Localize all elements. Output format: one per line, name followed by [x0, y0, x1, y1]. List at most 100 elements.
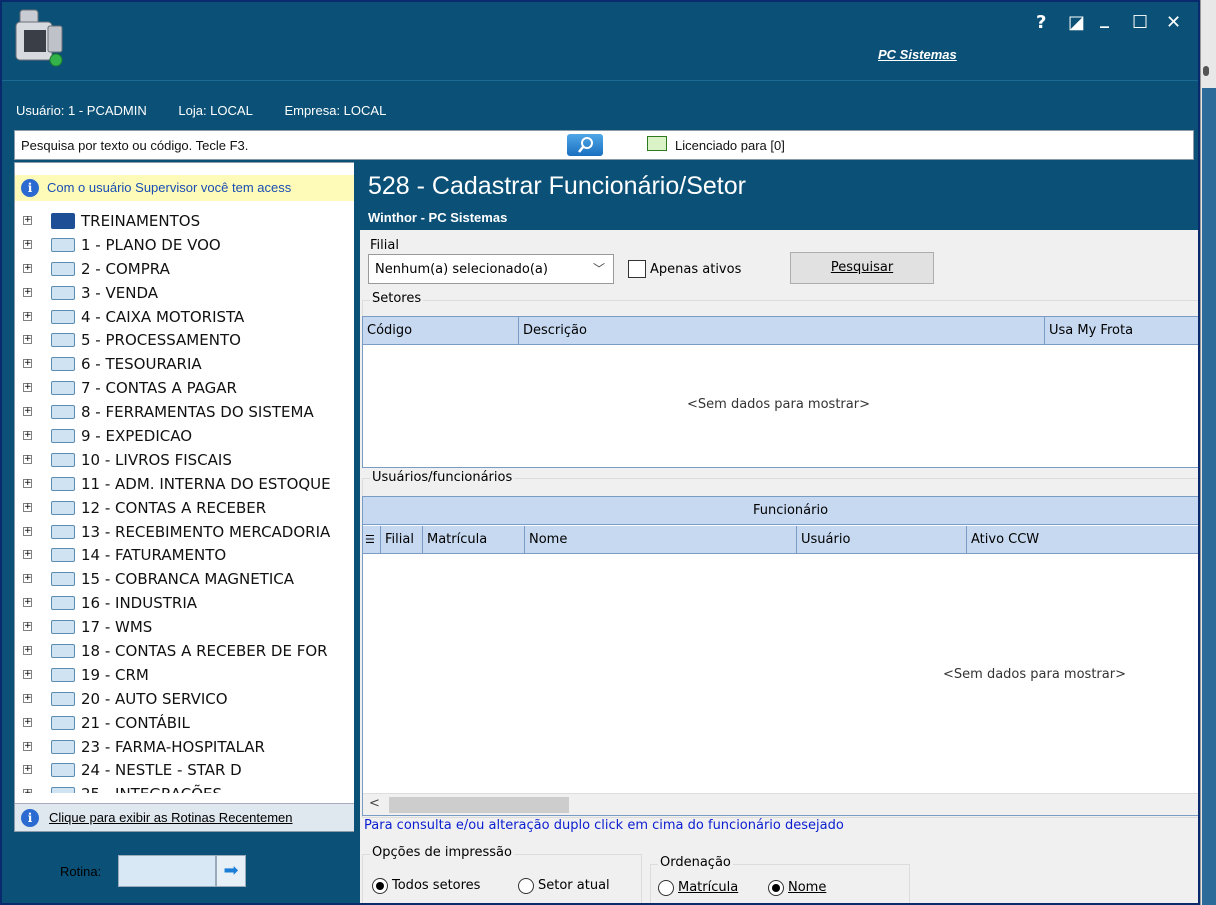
expand-plus-icon[interactable]: + — [23, 598, 32, 608]
supervisor-info-banner: i Com o usuário Supervisor você tem aces… — [15, 175, 355, 201]
tree-node[interactable]: +13 - RECEBIMENTO MERCADORIA — [21, 520, 355, 544]
scroll-thumb[interactable] — [389, 797, 569, 813]
expand-plus-icon[interactable]: + — [23, 574, 32, 584]
col-filial[interactable]: Filial — [381, 526, 423, 554]
tree-node[interactable]: + TREINAMENTOS — [21, 209, 355, 233]
expand-plus-icon[interactable]: + — [23, 646, 32, 656]
ordenacao-label: Ordenação — [658, 855, 733, 870]
close-button[interactable]: ✕ — [1166, 12, 1181, 33]
tree-node[interactable]: +9 - EXPEDICAO — [21, 424, 355, 448]
tree-node-label: 14 - FATURAMENTO — [81, 546, 227, 565]
expand-plus-icon[interactable]: + — [23, 717, 32, 727]
search-input[interactable]: Pesquisa por texto ou código. Tecle F3. — [21, 138, 248, 153]
matricula-radio[interactable] — [658, 880, 674, 896]
horizontal-scrollbar[interactable]: < — [363, 793, 1198, 815]
tree-node-label: TREINAMENTOS — [81, 212, 201, 230]
expand-plus-icon[interactable]: + — [23, 431, 32, 441]
expand-plus-icon[interactable]: + — [23, 693, 32, 703]
folder-icon — [51, 667, 75, 682]
info-icon: i — [21, 179, 39, 197]
expand-plus-icon[interactable]: + — [23, 335, 32, 345]
tree-node[interactable]: +2 - COMPRA — [21, 257, 355, 281]
expand-plus-icon[interactable]: + — [23, 311, 32, 321]
recent-routines-link[interactable]: Clique para exibir as Rotinas Recentemen — [49, 810, 293, 825]
col-nome[interactable]: Nome — [525, 526, 797, 554]
expand-plus-icon[interactable]: + — [23, 478, 32, 488]
go-arrow-icon[interactable]: ➡ — [216, 855, 246, 887]
expand-plus-icon[interactable]: + — [23, 526, 32, 536]
rotina-input[interactable] — [118, 855, 216, 887]
expand-plus-icon[interactable]: + — [23, 550, 32, 560]
minimize-button[interactable]: _ — [1100, 8, 1109, 29]
expand-plus-icon[interactable]: + — [23, 216, 32, 225]
tree-node[interactable]: +17 - WMS — [21, 615, 355, 639]
expand-plus-icon[interactable]: + — [23, 407, 32, 417]
expand-plus-icon[interactable]: + — [23, 263, 32, 273]
routines-tree: + TREINAMENTOS +1 - PLANO DE VOO +2 - COMPR… — [21, 209, 355, 793]
folder-icon — [51, 500, 75, 515]
tree-node[interactable]: +6 - TESOURARIA — [21, 352, 355, 376]
tree-node[interactable]: +19 - CRM — [21, 663, 355, 687]
folder-icon — [51, 261, 75, 276]
tree-node[interactable]: +7 - CONTAS A PAGAR — [21, 376, 355, 400]
expand-plus-icon[interactable]: + — [23, 622, 32, 632]
tree-node[interactable]: +12 - CONTAS A RECEBER — [21, 496, 355, 520]
expand-plus-icon[interactable]: + — [23, 502, 32, 512]
folder-icon — [51, 237, 75, 252]
col-descricao[interactable]: Descrição — [519, 317, 1045, 345]
usuarios-grid: Funcionário ☰ Filial Matrícula Nome Usuá… — [362, 496, 1198, 816]
chevron-down-icon: ﹀ — [592, 262, 605, 276]
setor-atual-radio[interactable] — [518, 878, 534, 894]
tree-node[interactable]: +14 - FATURAMENTO — [21, 543, 355, 567]
filial-select[interactable]: Nenhum(a) selecionado(a) ﹀ — [368, 254, 614, 284]
tree-node[interactable]: +11 - ADM. INTERNA DO ESTOQUE — [21, 472, 355, 496]
expand-plus-icon[interactable]: + — [23, 669, 32, 679]
tree-node[interactable]: +16 - INDUSTRIA — [21, 591, 355, 615]
tree-node[interactable]: +25 - INTEGRAÇÕES — [21, 782, 355, 793]
nome-radio[interactable] — [768, 880, 784, 896]
tree-node[interactable]: +3 - VENDA — [21, 281, 355, 305]
column-chooser-icon[interactable]: ☰ — [363, 526, 381, 554]
expand-plus-icon[interactable]: + — [23, 454, 32, 464]
col-matricula[interactable]: Matrícula — [423, 526, 525, 554]
expand-plus-icon[interactable]: + — [23, 383, 32, 393]
tree-node-label: 12 - CONTAS A RECEBER — [81, 498, 267, 517]
tree-node[interactable]: +4 - CAIXA MOTORISTA — [21, 305, 355, 329]
folder-icon — [51, 715, 75, 730]
tree-node[interactable]: +1 - PLANO DE VOO — [21, 233, 355, 257]
expand-plus-icon[interactable]: + — [23, 789, 32, 793]
edge-bar — [1202, 88, 1216, 905]
expand-plus-icon[interactable]: + — [23, 359, 32, 369]
usuarios-empty-text: <Sem dados para mostrar> — [943, 667, 1126, 682]
help-button[interactable]: ? — [1036, 12, 1046, 33]
tree-node[interactable]: +5 - PROCESSAMENTO — [21, 328, 355, 352]
tree-node[interactable]: +8 - FERRAMENTAS DO SISTEMA — [21, 400, 355, 424]
tree-node[interactable]: +10 - LIVROS FISCAIS — [21, 448, 355, 472]
col-ativo-ccw[interactable]: Ativo CCW — [967, 526, 1198, 554]
tree-node[interactable]: +24 - NESTLE - STAR D — [21, 758, 355, 782]
expand-plus-icon[interactable]: + — [23, 765, 32, 775]
tree-node-label: 9 - EXPEDICAO — [81, 427, 193, 446]
tree-node-label: 20 - AUTO SERVICO — [81, 689, 228, 708]
tree-node[interactable]: +21 - CONTÁBIL — [21, 711, 355, 735]
scroll-left-icon[interactable]: < — [369, 796, 380, 811]
todos-setores-radio[interactable] — [372, 878, 388, 894]
tree-node[interactable]: +23 - FARMA-HOSPITALAR — [21, 735, 355, 759]
col-usuario[interactable]: Usuário — [797, 526, 967, 554]
apenas-ativos-checkbox[interactable] — [628, 260, 646, 278]
search-button[interactable] — [567, 134, 603, 156]
col-usa-my-frota[interactable]: Usa My Frota — [1045, 317, 1198, 345]
restore-alt-icon[interactable]: ◪ — [1068, 12, 1085, 33]
col-codigo[interactable]: Código — [363, 317, 519, 345]
brand-link[interactable]: PC Sistemas — [878, 47, 957, 62]
setores-grid: Código Descrição Usa My Frota <Sem dados… — [362, 316, 1198, 468]
expand-plus-icon[interactable]: + — [23, 741, 32, 751]
tree-node[interactable]: +15 - COBRANCA MAGNETICA — [21, 567, 355, 591]
maximize-button[interactable]: ☐ — [1132, 12, 1148, 33]
expand-plus-icon[interactable]: + — [23, 287, 32, 297]
expand-plus-icon[interactable]: + — [23, 239, 32, 249]
user-info-bar: Usuário: 1 - PCADMIN Loja: LOCAL Empresa… — [16, 103, 414, 118]
tree-node[interactable]: +20 - AUTO SERVICO — [21, 687, 355, 711]
tree-node[interactable]: +18 - CONTAS A RECEBER DE FOR — [21, 639, 355, 663]
pesquisar-button[interactable]: Pesquisar — [790, 252, 934, 284]
